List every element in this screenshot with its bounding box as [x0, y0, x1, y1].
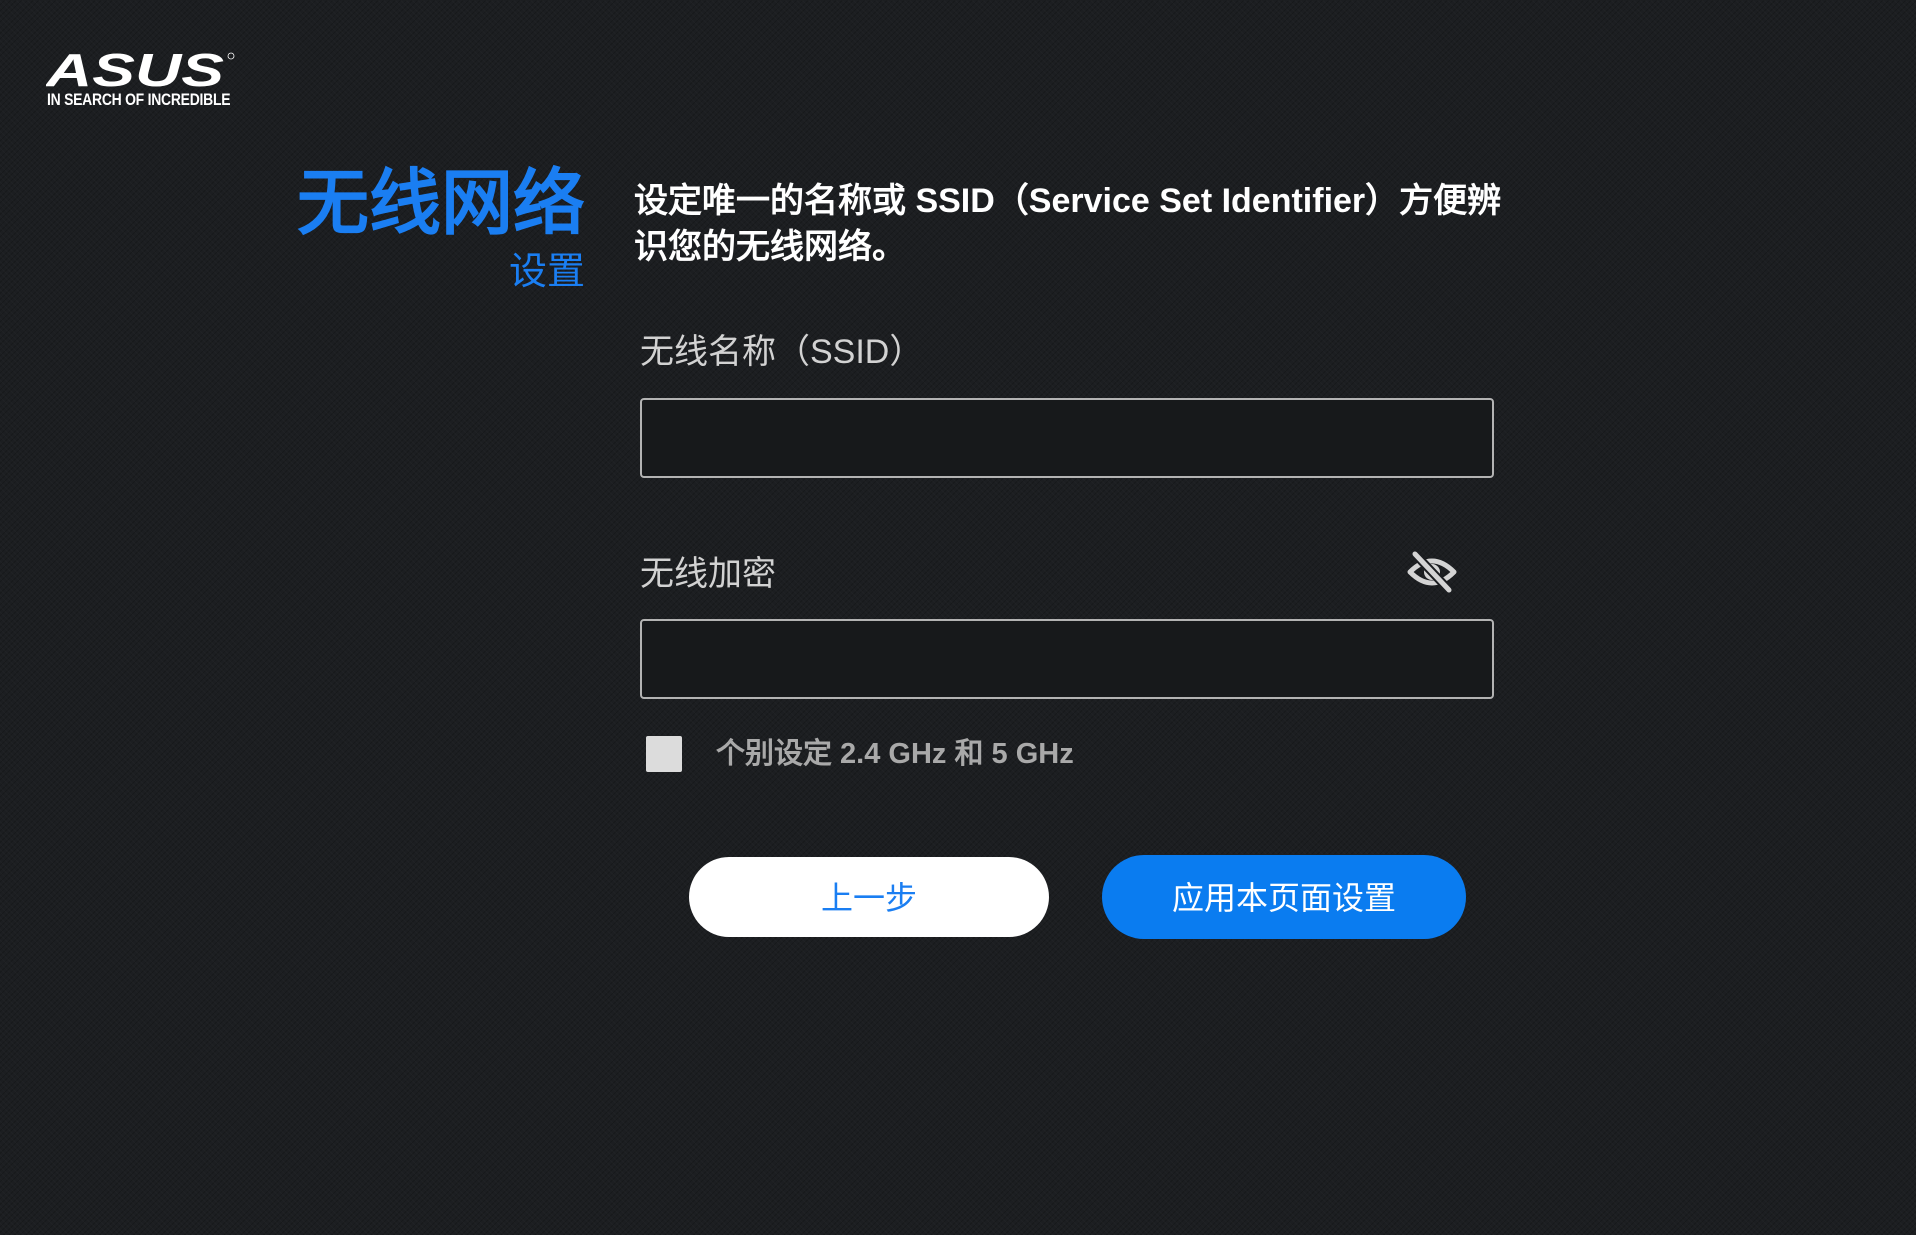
- password-label: 无线加密: [640, 555, 776, 593]
- ssid-input[interactable]: [640, 398, 1494, 478]
- page-description: 设定唯一的名称或 SSID（Service Set Identifier）方便辨…: [634, 182, 1502, 266]
- apply-settings-button[interactable]: 应用本页面设置: [1102, 855, 1466, 939]
- ssid-label: 无线名称（SSID）: [640, 333, 924, 371]
- page-title: 无线网络: [296, 164, 585, 244]
- asus-logo: ASUS IN SEARCH OF INCREDIBLE: [46, 50, 236, 112]
- separate-bands-checkbox[interactable]: [646, 736, 682, 772]
- back-button[interactable]: 上一步: [689, 857, 1049, 937]
- page-subtitle: 设置: [508, 251, 585, 293]
- asus-wordmark: ASUS: [46, 50, 235, 90]
- separate-bands-label[interactable]: 个别设定 2.4 GHz 和 5 GHz: [716, 735, 1074, 773]
- svg-text:ASUS: ASUS: [46, 50, 224, 90]
- brand-tagline: IN SEARCH OF INCREDIBLE: [47, 90, 231, 109]
- password-input[interactable]: [640, 619, 1494, 699]
- eye-slash-icon[interactable]: [1406, 548, 1458, 596]
